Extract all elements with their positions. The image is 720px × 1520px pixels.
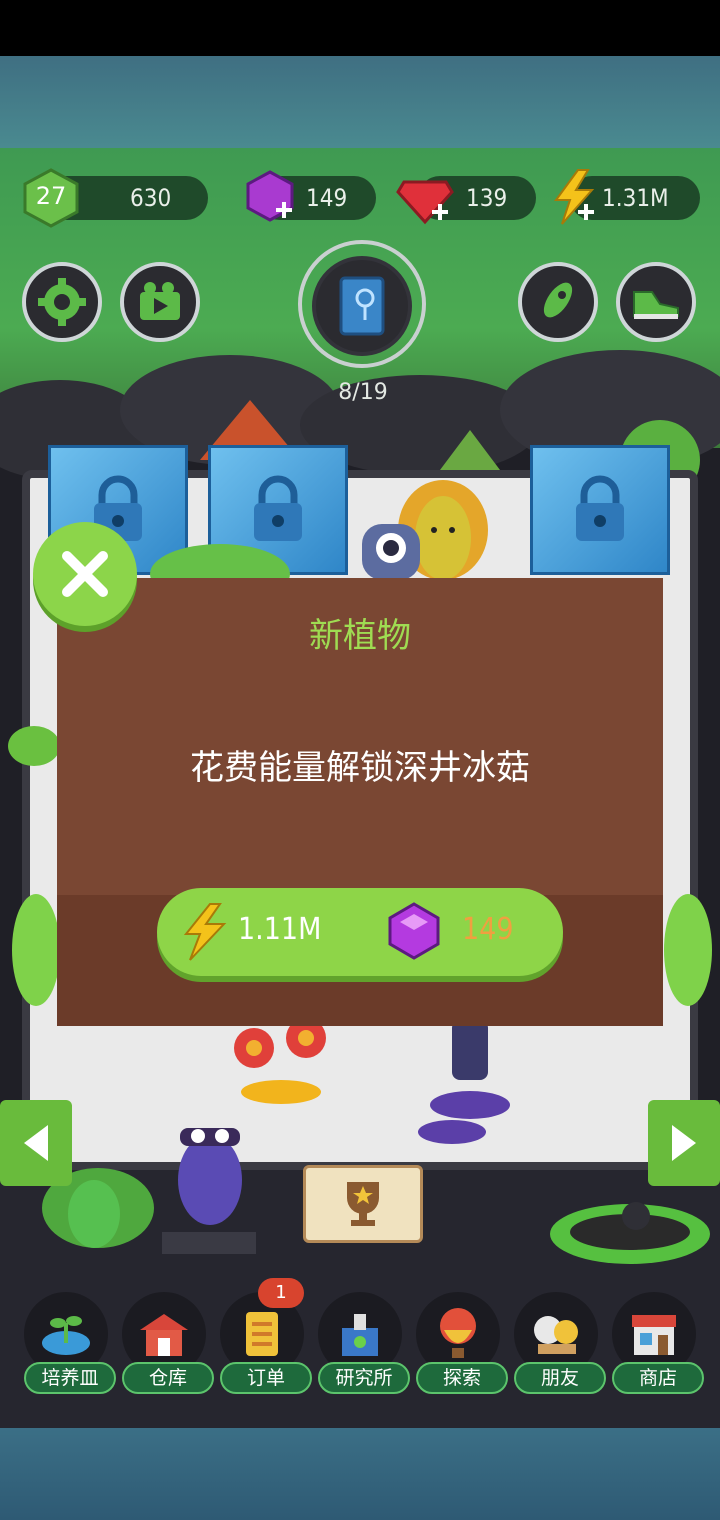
green-slime-puddle: [550, 1202, 710, 1264]
close-dialog-button[interactable]: [33, 522, 137, 626]
bottom-decor-band: [0, 1428, 720, 1520]
energy-add-icon[interactable]: [548, 168, 598, 226]
close-icon: [62, 551, 108, 597]
side-leaf-left: [12, 894, 58, 1006]
purple-gem-add-icon[interactable]: [242, 168, 298, 226]
boost-rocket-button[interactable]: [518, 262, 598, 342]
nav-label: 仓库: [122, 1362, 214, 1394]
sneaker-icon: [633, 291, 679, 319]
red-flower-plant: [234, 1020, 326, 1104]
nav-explore[interactable]: 探索: [416, 1292, 508, 1394]
rocket-icon: [543, 282, 573, 318]
plant-book-button[interactable]: [312, 256, 412, 356]
dialog-message: 花费能量解锁深井冰菇: [190, 748, 530, 788]
nav-label: 探索: [416, 1362, 508, 1394]
energy-value: 1.31M: [602, 184, 669, 212]
next-tray-button[interactable]: [648, 1100, 720, 1186]
nav-label: 研究所: [318, 1362, 410, 1394]
nav-label: 商店: [612, 1362, 704, 1394]
purple-monster-statue: [162, 1128, 256, 1254]
trophy-sign[interactable]: [303, 1165, 423, 1243]
orders-count-badge: 1: [258, 1278, 304, 1308]
nav-label: 朋友: [514, 1362, 606, 1394]
red-gem-add-icon[interactable]: [396, 170, 454, 226]
book-icon: [339, 276, 385, 336]
red-gems-value: 139: [466, 184, 508, 212]
plant-collection-progress-text: 8/19: [338, 380, 388, 405]
video-reward-button[interactable]: [120, 262, 200, 342]
leaf-decor: [150, 544, 290, 584]
gem-cost-value: 149: [462, 912, 514, 947]
settings-button[interactable]: [22, 262, 102, 342]
nav-label: 培养皿: [24, 1362, 116, 1394]
purple-pipe-goo: [418, 1020, 510, 1144]
arrow-right-icon: [672, 1125, 696, 1161]
xp-value: 630: [130, 184, 172, 212]
status-bar: [0, 0, 720, 56]
lock-icon: [576, 475, 624, 541]
energy-bolt-icon: [183, 903, 227, 961]
level-number: 27: [35, 182, 67, 210]
side-leaf-right: [664, 894, 712, 1006]
trophy-icon: [347, 1182, 379, 1226]
dialog-title: 新植物: [309, 616, 411, 656]
explore-shoe-button[interactable]: [616, 262, 696, 342]
purple-gem-icon: [388, 902, 440, 960]
gear-icon: [38, 278, 86, 326]
energy-cost-value: 1.11M: [238, 912, 322, 947]
nav-shop[interactable]: 商店: [612, 1292, 704, 1394]
sky-band: [0, 56, 720, 148]
locked-slot[interactable]: [530, 445, 670, 575]
nav-research[interactable]: 研究所: [318, 1292, 410, 1394]
eye-creature: [362, 524, 420, 580]
nav-petri-dish[interactable]: 培养皿: [24, 1292, 116, 1394]
nav-label: 订单: [220, 1362, 312, 1394]
nav-friends[interactable]: 朋友: [514, 1292, 606, 1394]
bottom-nav: 培养皿 仓库 订单 1 研究所 探索 朋友 商店: [0, 1278, 720, 1402]
arrow-left-icon: [24, 1125, 48, 1161]
prev-tray-button[interactable]: [0, 1100, 72, 1186]
video-camera-icon: [140, 282, 180, 320]
slime-drip-decor: [8, 726, 60, 766]
purple-gems-value: 149: [306, 184, 348, 212]
nav-warehouse[interactable]: 仓库: [122, 1292, 214, 1394]
